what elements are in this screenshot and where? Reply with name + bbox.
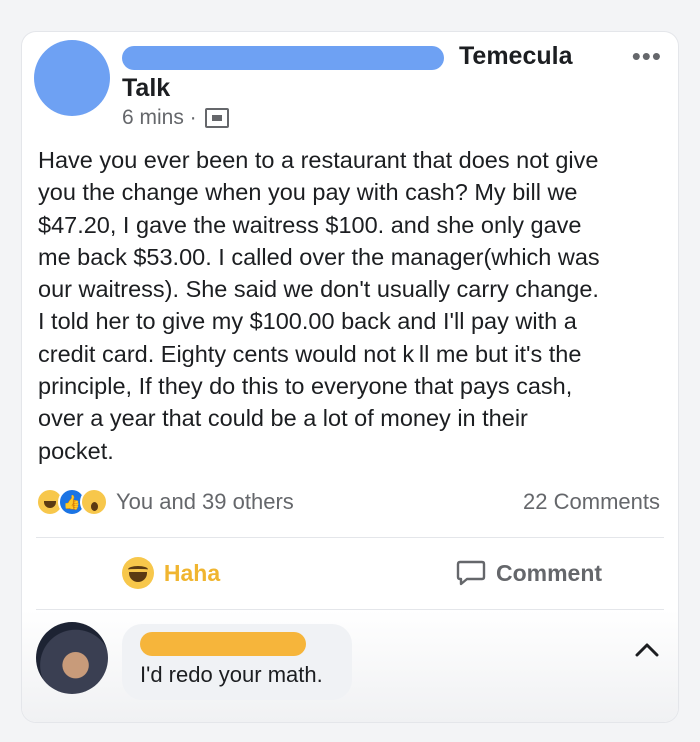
comment-bubble-icon — [456, 560, 486, 586]
comment-button[interactable]: Comment — [350, 559, 678, 587]
group-avatar[interactable] — [34, 40, 110, 116]
haha-reaction-icon — [121, 557, 154, 589]
post-time[interactable]: 6 mins · — [122, 106, 197, 130]
wow-icon — [80, 488, 108, 516]
post-body: Have you ever been to a restaurant that … — [38, 147, 600, 464]
redacted-author-name — [122, 46, 444, 70]
comments-count[interactable]: 22 Comments — [523, 489, 660, 515]
group-name[interactable]: Temecula — [459, 42, 572, 71]
post-meta: 6 mins · — [122, 106, 229, 130]
reaction-count-text[interactable]: You and 39 others — [116, 489, 294, 515]
group-name-continued[interactable]: Talk — [122, 74, 170, 103]
reactions-summary: 👍 You and 39 others 22 Comments — [36, 484, 660, 520]
comment-section: I'd redo your math. — [22, 610, 678, 722]
haha-button[interactable]: Haha — [22, 557, 350, 589]
chevron-up-icon[interactable] — [634, 640, 660, 658]
comment-label: Comment — [495, 559, 603, 586]
divider — [36, 537, 664, 538]
reaction-icons[interactable]: 👍 You and 39 others — [36, 488, 294, 516]
action-bar: Haha Comment — [22, 545, 678, 601]
post-card: Temecula ••• Talk 6 mins · Have you ever… — [22, 32, 678, 722]
haha-label: Haha — [163, 559, 221, 586]
comment-bubble: I'd redo your math. — [122, 624, 352, 700]
redacted-commenter-name — [140, 632, 306, 656]
group-privacy-icon — [204, 108, 229, 128]
commenter-avatar[interactable] — [36, 622, 108, 694]
comment-text: I'd redo your math. — [140, 662, 323, 687]
more-options-icon[interactable]: ••• — [632, 43, 662, 69]
